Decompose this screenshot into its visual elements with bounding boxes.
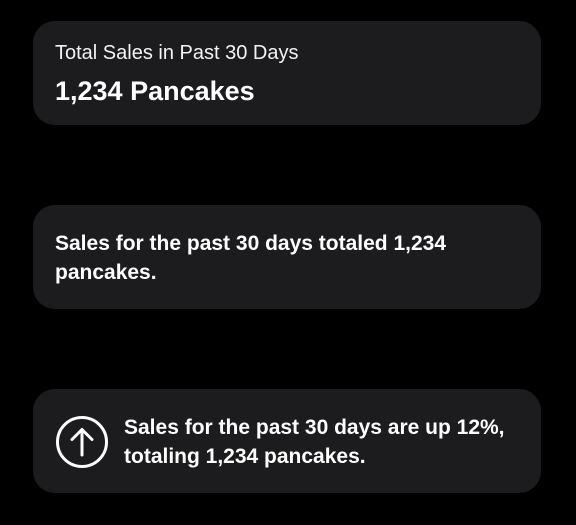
sales-summary-card: Sales for the past 30 days totaled 1,234… [33, 205, 541, 309]
sales-trend-text: Sales for the past 30 days are up 12%, t… [124, 416, 505, 468]
total-sales-card: Total Sales in Past 30 Days 1,234 Pancak… [33, 21, 541, 125]
total-sales-label: Total Sales in Past 30 Days [55, 42, 299, 64]
total-sales-value: 1,234 Pancakes [55, 76, 255, 106]
arrow-up-circle-icon [56, 416, 108, 468]
sales-summary-text: Sales for the past 30 days totaled 1,234… [55, 232, 447, 284]
sales-trend-card: Sales for the past 30 days are up 12%, t… [33, 389, 541, 493]
